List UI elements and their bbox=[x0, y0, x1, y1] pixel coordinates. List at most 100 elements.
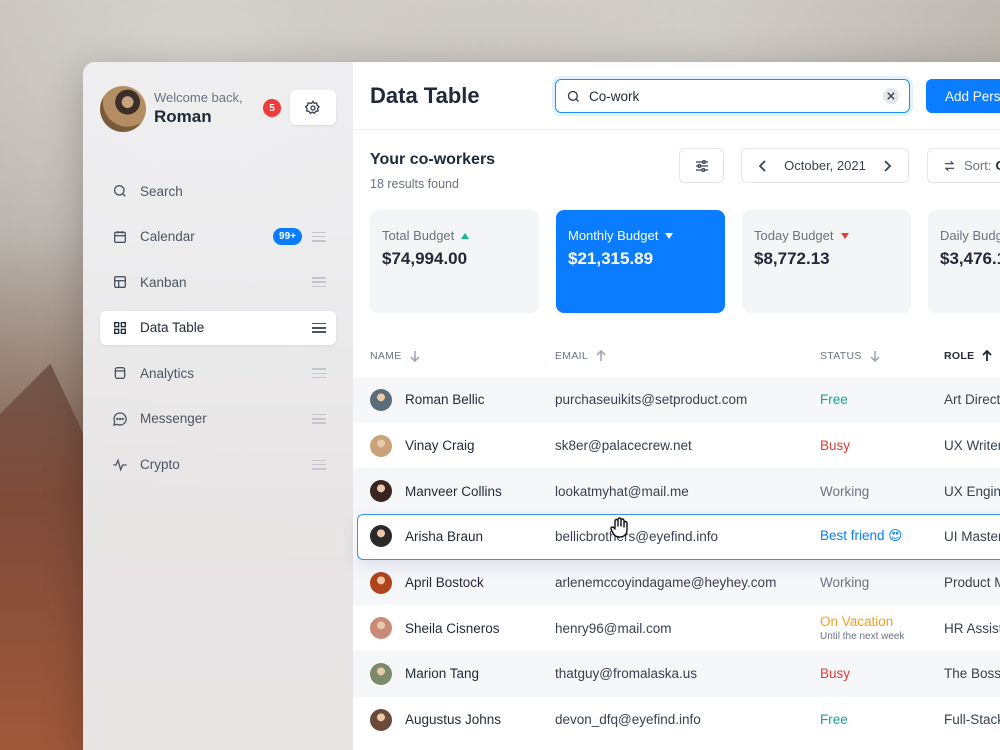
card-value: $8,772.13 bbox=[754, 249, 830, 268]
card-label-text: Daily Budget bbox=[940, 228, 1000, 243]
status-subtext: Until the next week bbox=[820, 631, 905, 643]
avatar[interactable] bbox=[370, 525, 392, 548]
card-value: $74,994.00 bbox=[382, 249, 468, 268]
status-cell: Best friend 😍 bbox=[820, 514, 902, 560]
drag-handle-icon[interactable] bbox=[312, 231, 326, 242]
notification-badge[interactable]: 5 bbox=[263, 99, 281, 117]
avatar[interactable] bbox=[370, 434, 392, 457]
sliders-icon bbox=[695, 159, 708, 172]
person-name: Vinay Craig bbox=[405, 438, 475, 454]
role-cell: Art Director bbox=[944, 392, 1000, 408]
user-name: Roman bbox=[154, 107, 212, 126]
person-name: Manveer Collins bbox=[405, 483, 502, 499]
status-cell: Working bbox=[820, 468, 869, 514]
sidebar-item-search[interactable]: Search bbox=[100, 174, 336, 208]
email-cell: sk8er@palacecrew.net bbox=[555, 438, 692, 454]
email-cell: thatguy@fromalaska.us bbox=[555, 666, 698, 682]
sidebar-item-calendar[interactable]: Calendar 99+ bbox=[100, 220, 336, 254]
sort-value: C bbox=[995, 158, 1000, 173]
email-cell: arlenemccoyindagame@heyhey.com bbox=[555, 575, 777, 591]
column-header-name[interactable]: NAME bbox=[370, 350, 420, 362]
email-cell: henry96@mail.com bbox=[555, 620, 672, 636]
column-header-role[interactable]: ROLE bbox=[944, 350, 993, 362]
role-cell: Full-Stack bbox=[944, 712, 1000, 728]
welcome-text: Welcome back, bbox=[154, 90, 243, 105]
name-cell: Augustus Johns bbox=[370, 697, 501, 743]
table-row[interactable]: Arisha Braun bellicbrothers@eyefind.info B… bbox=[357, 514, 1000, 560]
sidebar-item-data-table[interactable]: Data Table bbox=[100, 310, 336, 345]
person-name: Sheila Cisneros bbox=[405, 620, 500, 636]
chevron-left-icon[interactable] bbox=[758, 159, 768, 172]
card-label-text: Monthly Budget bbox=[568, 228, 659, 243]
trend-down-icon bbox=[840, 232, 849, 239]
drag-handle-icon[interactable] bbox=[312, 322, 326, 333]
person-name: April Bostock bbox=[405, 575, 484, 591]
email-cell: lookatmyhat@mail.me bbox=[555, 483, 689, 499]
card-label: Total Budget bbox=[382, 228, 527, 243]
table-row[interactable]: Vinay Craig sk8er@palacecrew.net Busy UX Wr… bbox=[353, 423, 1000, 469]
calendar-icon bbox=[112, 229, 128, 245]
search-input[interactable] bbox=[589, 88, 883, 104]
column-email-label: EMAIL bbox=[555, 350, 589, 362]
drag-handle-icon[interactable] bbox=[312, 459, 326, 470]
sidebar-item-kanban[interactable]: Kanban bbox=[100, 265, 336, 299]
table-row[interactable]: Augustus Johns devon_dfq@eyefind.info Free… bbox=[353, 697, 1000, 743]
sidebar-item-analytics[interactable]: Analytics bbox=[100, 356, 336, 390]
budget-card-monthly-budget[interactable]: Monthly Budget $21,315.89 bbox=[556, 210, 725, 313]
drag-handle-icon[interactable] bbox=[312, 413, 326, 424]
budget-card-total-budget[interactable]: Total Budget $74,994.00 bbox=[370, 210, 539, 313]
sidebar-item-label: Calendar bbox=[140, 229, 195, 245]
budget-card-daily-budget[interactable]: Daily Budget $3,476.1 bbox=[928, 210, 1000, 313]
section-title: Your co-workers bbox=[370, 151, 496, 168]
sidebar-item-label: Search bbox=[140, 183, 183, 199]
status-cell: Busy bbox=[820, 423, 850, 469]
add-person-button[interactable]: Add Person bbox=[926, 79, 1000, 113]
avatar[interactable] bbox=[370, 571, 392, 594]
sidebar-item-messenger[interactable]: Messenger bbox=[100, 402, 336, 436]
budget-card-today-budget[interactable]: Today Budget $8,772.13 bbox=[742, 210, 911, 313]
column-header-email[interactable]: EMAIL bbox=[555, 350, 606, 362]
pulse-icon bbox=[112, 457, 128, 473]
table-row[interactable]: April Bostock arlenemccoyindagame@heyhey.… bbox=[353, 559, 1000, 606]
sidebar-item-label: Data Table bbox=[140, 320, 205, 336]
drag-handle-icon[interactable] bbox=[312, 277, 326, 288]
search-icon bbox=[567, 90, 579, 102]
status-cell: Free bbox=[820, 697, 848, 743]
sidebar-item-crypto[interactable]: Crypto bbox=[100, 448, 336, 482]
table-row[interactable]: Marion Tang thatguy@fromalaska.us Busy The … bbox=[353, 651, 1000, 697]
status-badge: Free bbox=[820, 392, 848, 408]
drag-handle-icon[interactable] bbox=[312, 368, 326, 379]
arrow-down-icon bbox=[870, 351, 880, 362]
card-label: Daily Budget bbox=[940, 228, 1000, 243]
avatar[interactable] bbox=[370, 480, 392, 503]
avatar[interactable] bbox=[370, 708, 392, 731]
name-cell: Vinay Craig bbox=[370, 423, 475, 469]
avatar[interactable] bbox=[100, 86, 146, 132]
settings-button[interactable] bbox=[290, 90, 336, 125]
sidebar-item-label: Kanban bbox=[140, 274, 187, 290]
name-cell: Manveer Collins bbox=[370, 468, 502, 514]
status-badge: On Vacation bbox=[820, 614, 894, 630]
card-value: $21,315.89 bbox=[568, 249, 654, 268]
search-box[interactable] bbox=[555, 79, 910, 113]
status-badge: Free bbox=[820, 712, 848, 728]
card-label: Today Budget bbox=[754, 228, 899, 243]
column-name-label: NAME bbox=[370, 350, 402, 362]
column-header-status[interactable]: STATUS bbox=[820, 350, 880, 362]
table-row[interactable]: Sheila Cisneros henry96@mail.com On Vacati… bbox=[353, 605, 1000, 651]
filter-button[interactable] bbox=[679, 148, 724, 183]
column-role-label: ROLE bbox=[944, 350, 975, 362]
table-row[interactable]: Manveer Collins lookatmyhat@mail.me Workin… bbox=[353, 468, 1000, 515]
clear-search-button[interactable] bbox=[883, 88, 899, 104]
card-label-text: Today Budget bbox=[754, 228, 834, 243]
chevron-right-icon[interactable] bbox=[882, 159, 892, 172]
avatar[interactable] bbox=[370, 617, 392, 640]
card-label: Monthly Budget bbox=[568, 228, 713, 243]
role-cell: UX Engineer bbox=[944, 483, 1000, 499]
table-row[interactable]: Roman Bellic purchaseuikits@setproduct.co… bbox=[353, 377, 1000, 423]
avatar[interactable] bbox=[370, 388, 392, 411]
sidebar-item-label: Messenger bbox=[140, 411, 207, 427]
avatar[interactable] bbox=[370, 662, 392, 685]
sort-button[interactable]: Sort:C bbox=[927, 148, 1000, 183]
app-window: Welcome back, Roman 5 Search Calendar 99+ K… bbox=[83, 62, 1000, 750]
